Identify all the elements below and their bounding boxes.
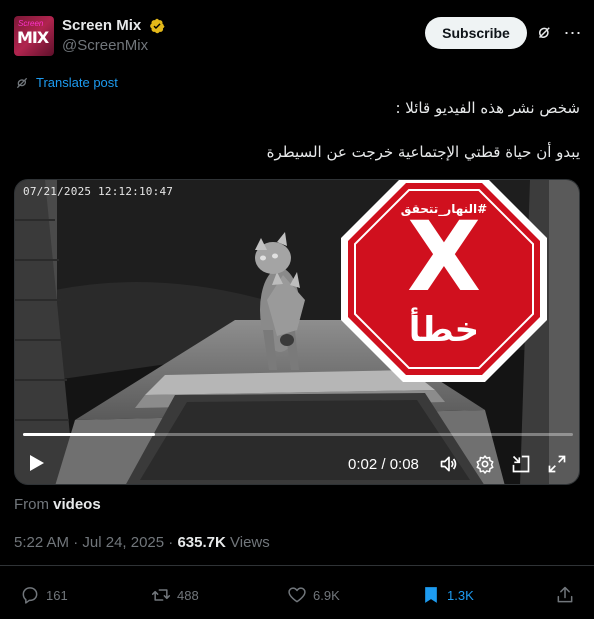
video-progress-fill	[23, 433, 155, 436]
translate-post-label: Translate post	[36, 75, 118, 90]
video-source-link[interactable]: videos	[53, 496, 101, 513]
stamp-false-word: خطأ	[408, 310, 480, 350]
reply-count: 161	[46, 588, 68, 603]
avatar-small-text: Screen	[18, 19, 44, 28]
action-bar: 161 488 6.9K 1.3K	[0, 583, 594, 609]
post-date[interactable]: Jul 24, 2025	[82, 534, 164, 551]
video-progress-bar[interactable]	[23, 433, 573, 436]
heart-icon	[288, 587, 306, 603]
stamp-x-mark: X	[406, 201, 481, 313]
volume-icon[interactable]	[439, 454, 459, 474]
bookmark-count: 1.3K	[447, 588, 474, 603]
views-count: 635.7K	[177, 534, 226, 551]
video-source-prefix: From	[14, 496, 49, 513]
meta-separator: ·	[73, 534, 79, 551]
bookmark-icon	[425, 587, 437, 603]
camera-timestamp: 07/21/2025 12:12:10:47	[23, 185, 174, 198]
settings-gear-icon[interactable]	[475, 454, 495, 474]
post-text-line-2: يبدو أن حياة قطتي الإجتماعية خرجت عن الس…	[266, 143, 580, 161]
reply-icon	[22, 587, 38, 604]
play-icon[interactable]	[29, 454, 45, 472]
post-time[interactable]: 5:22 AM	[14, 534, 69, 551]
verified-badge-icon	[149, 18, 165, 33]
grok-icon[interactable]	[535, 24, 553, 42]
avatar-logo-text: MIX	[17, 28, 49, 47]
author-names: Screen Mix @ScreenMix	[62, 17, 165, 54]
avatar[interactable]: Screen MIX	[14, 16, 54, 56]
more-options-icon[interactable]: ⋯	[562, 22, 584, 44]
author-handle[interactable]: @ScreenMix	[62, 37, 165, 54]
fullscreen-icon[interactable]	[547, 454, 567, 474]
meta-separator-2: ·	[168, 534, 174, 551]
share-icon	[557, 586, 573, 603]
post-text: شخص نشر هذه الفيديو قائلا : يبدو أن حياة…	[14, 97, 580, 185]
video-player[interactable]: 07/21/2025 12:12:10:47 #النهار_تتحقق X خ…	[14, 179, 580, 485]
repost-icon	[151, 589, 171, 601]
author-display-name[interactable]: Screen Mix	[62, 17, 141, 34]
post-text-line-1: شخص نشر هذه الفيديو قائلا :	[395, 99, 580, 117]
post-header: Screen MIX Screen Mix @ScreenMix Subscri…	[14, 14, 584, 60]
fact-check-stamp: #النهار_تتحقق X خطأ	[337, 180, 551, 386]
divider	[0, 565, 594, 566]
video-source: From videos	[14, 496, 101, 513]
repost-count: 488	[177, 588, 199, 603]
subscribe-button[interactable]: Subscribe	[425, 17, 527, 49]
minimize-player-icon[interactable]	[511, 454, 531, 474]
views-label: Views	[230, 534, 270, 551]
translate-icon	[16, 77, 28, 89]
video-time-readout: 0:02 / 0:08	[348, 456, 419, 473]
post-meta: 5:22 AM · Jul 24, 2025 · 635.7K Views	[14, 534, 270, 551]
like-count: 6.9K	[313, 588, 340, 603]
